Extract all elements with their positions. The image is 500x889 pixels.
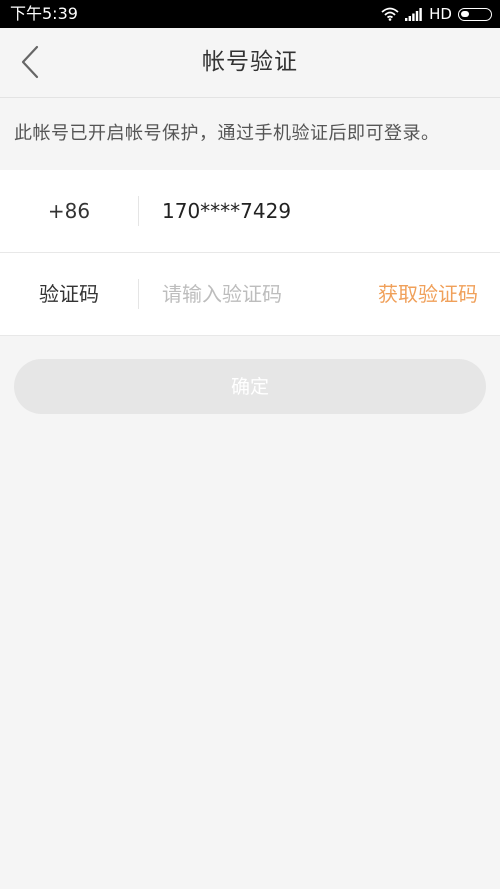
code-label: 验证码	[39, 282, 99, 306]
phone-number: 170****7429	[162, 199, 292, 223]
verification-form: +86 170****7429 验证码 获取验证码	[0, 170, 500, 336]
account-verification-screen: 下午5:39 HD 帐号验证 此帐号已开启帐号保护，通过手机验证后即可登录。 +…	[0, 0, 500, 889]
signal-icon	[405, 7, 422, 21]
country-code: +86	[47, 199, 91, 223]
protection-notice: 此帐号已开启帐号保护，通过手机验证后即可登录。	[14, 123, 440, 144]
row-divider	[138, 196, 139, 226]
status-bar: 下午5:39 HD	[0, 0, 500, 28]
status-indicators: HD	[381, 0, 492, 28]
battery-icon	[458, 7, 492, 21]
wifi-icon	[381, 7, 399, 21]
row-divider	[138, 279, 139, 309]
status-time: 下午5:39	[10, 4, 78, 23]
page-title: 帐号验证	[202, 49, 298, 75]
get-code-button[interactable]: 获取验证码	[378, 253, 478, 335]
network-type: HD	[429, 5, 452, 23]
code-row: 验证码 获取验证码	[0, 253, 500, 336]
header: 帐号验证	[0, 28, 500, 98]
phone-row: +86 170****7429	[0, 170, 500, 253]
verification-code-input[interactable]	[162, 271, 352, 317]
confirm-button[interactable]: 确定	[14, 359, 486, 414]
